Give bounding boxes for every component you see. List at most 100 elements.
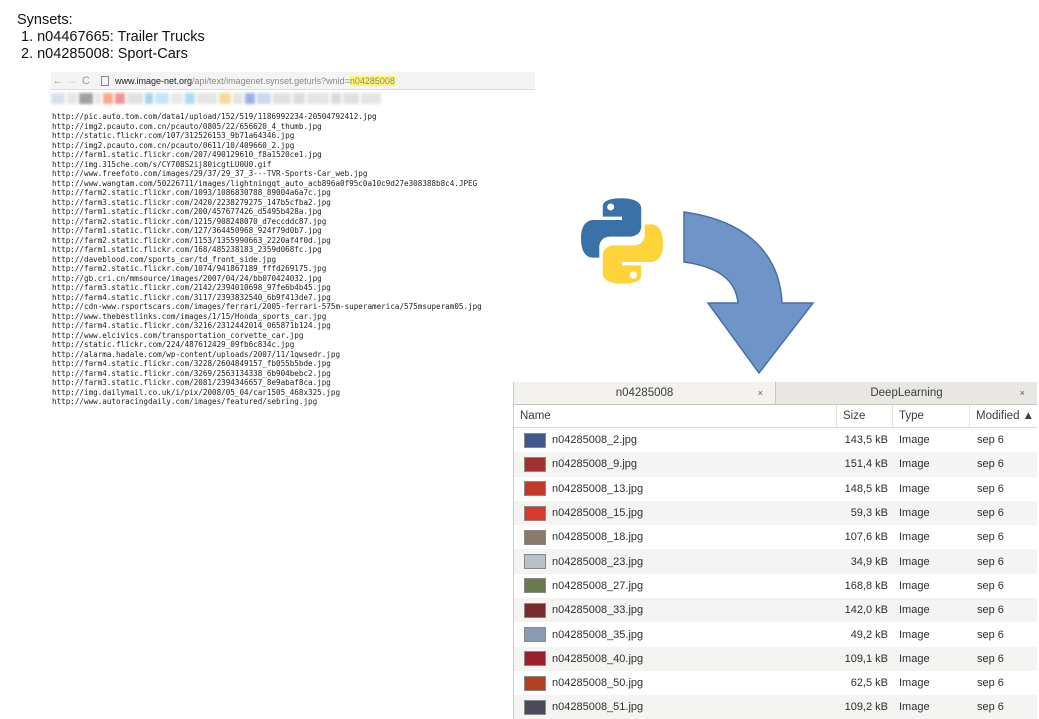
url-line: http://daveblood.com/sports_car/td_front… — [52, 254, 277, 264]
bookmark-item[interactable] — [115, 92, 125, 104]
tab-label: DeepLearning — [870, 387, 943, 399]
close-icon[interactable]: × — [758, 388, 763, 398]
file-type: Image — [899, 482, 930, 495]
file-size: 148,5 kB — [844, 482, 888, 495]
address-bar[interactable]: ← → C www.image-net.org/api/text/imagene… — [51, 72, 535, 90]
url-path: /api/text/imagenet.synset.geturls?wnid= — [192, 75, 350, 86]
bookmark-item[interactable] — [245, 92, 255, 104]
bookmark-item[interactable] — [233, 92, 243, 104]
bookmark-item[interactable] — [95, 92, 101, 104]
url-list: http://pic.auto.tom.com/data1/upload/152… — [52, 112, 482, 407]
file-name: n04285008_23.jpg — [552, 555, 644, 568]
file-name: n04285008_15.jpg — [552, 507, 644, 520]
file-type: Image — [899, 579, 930, 592]
bookmark-item[interactable] — [273, 92, 291, 104]
file-row[interactable]: n04285008_40.jpg 109,1 kB Image sep 6 — [514, 646, 1037, 671]
image-thumbnail-icon — [524, 481, 546, 497]
synsets-heading: Synsets: 1. n04467665: Trailer Trucks 2.… — [17, 12, 205, 63]
file-name-cell: n04285008_40.jpg — [514, 651, 836, 667]
file-size: 109,2 kB — [844, 701, 888, 714]
url-line: http://farm4.static.flickr.com/3269/2563… — [52, 368, 331, 378]
url-line: http://farm2.static.flickr.com/1093/1086… — [52, 188, 331, 197]
file-row[interactable]: n04285008_13.jpg 148,5 kB Image sep 6 — [514, 476, 1037, 501]
bookmark-item[interactable] — [197, 92, 217, 104]
column-header: Name Size Type Modified ▲ — [514, 405, 1037, 428]
file-name-cell: n04285008_2.jpg — [514, 432, 836, 448]
file-name: n04285008_9.jpg — [552, 458, 638, 471]
forward-icon[interactable]: → — [65, 75, 79, 87]
close-icon[interactable]: × — [1020, 388, 1025, 398]
url-line: http://static.flickr.com/107/312526153_9… — [52, 131, 295, 140]
file-row[interactable]: n04285008_2.jpg 143,5 kB Image sep 6 — [514, 428, 1037, 453]
bookmark-item[interactable] — [361, 92, 381, 104]
synsets-title: Synsets: — [17, 12, 73, 28]
file-row[interactable]: n04285008_9.jpg 151,4 kB Image sep 6 — [514, 452, 1037, 477]
column-size[interactable]: Size — [836, 405, 892, 427]
reload-icon[interactable]: C — [79, 75, 93, 87]
bookmark-item[interactable] — [219, 92, 231, 104]
file-row[interactable]: n04285008_27.jpg 168,8 kB Image sep 6 — [514, 573, 1037, 599]
file-type: Image — [899, 507, 930, 520]
url-line: http://farm3.static.flickr.com/2081/2394… — [52, 378, 331, 387]
bookmark-item[interactable] — [103, 92, 113, 104]
back-icon[interactable]: ← — [51, 75, 65, 87]
tab-deeplearning[interactable]: DeepLearning × — [776, 382, 1037, 404]
bookmark-item[interactable] — [293, 92, 305, 104]
tab-n04285008[interactable]: n04285008 × — [514, 382, 776, 404]
file-modified: sep 6 — [977, 579, 1004, 592]
file-name: n04285008_13.jpg — [552, 482, 644, 495]
url-line: http://farm4.static.flickr.com/3228/2604… — [52, 359, 331, 368]
file-modified: sep 6 — [977, 507, 1004, 520]
url-line: http://farm1.static.flickr.com/127/36445… — [52, 226, 322, 235]
file-modified: sep 6 — [977, 555, 1004, 568]
bookmark-item[interactable] — [257, 92, 271, 104]
file-row[interactable]: n04285008_51.jpg 109,2 kB Image sep 6 — [514, 695, 1037, 719]
url-line: http://www.autoracingdaily.com/images/fe… — [52, 397, 318, 406]
file-modified: sep 6 — [977, 628, 1004, 641]
file-row[interactable]: n04285008_33.jpg 142,0 kB Image sep 6 — [514, 598, 1037, 623]
bookmark-item[interactable] — [127, 92, 143, 104]
curved-arrow-shape — [683, 211, 815, 375]
file-row[interactable]: n04285008_35.jpg 49,2 kB Image sep 6 — [514, 622, 1037, 647]
file-row[interactable]: n04285008_23.jpg 34,9 kB Image sep 6 — [514, 549, 1037, 574]
file-name-cell: n04285008_18.jpg — [514, 529, 836, 545]
tab-label: n04285008 — [615, 387, 674, 399]
image-thumbnail-icon — [524, 456, 546, 472]
bookmark-item[interactable] — [145, 92, 153, 104]
file-list: n04285008_2.jpg 143,5 kB Image sep 6 n042850… — [514, 428, 1037, 719]
bookmark-item[interactable] — [67, 92, 77, 104]
column-name[interactable]: Name — [514, 410, 836, 422]
url-line: http://gb.cri.cn/mmsource/images/2007/04… — [52, 273, 322, 283]
file-row[interactable]: n04285008_50.jpg 62,5 kB Image sep 6 — [514, 670, 1037, 696]
file-type: Image — [899, 701, 930, 714]
file-name: n04285008_27.jpg — [552, 579, 644, 592]
image-thumbnail-icon — [524, 627, 546, 643]
bookmark-item[interactable] — [185, 92, 195, 104]
url-host: www.image-net.org — [115, 75, 193, 86]
image-thumbnail-icon — [524, 675, 546, 691]
url-line: http://farm1.static.flickr.com/200/45767… — [52, 207, 322, 216]
file-size: 62,5 kB — [850, 677, 888, 690]
bookmark-item[interactable] — [331, 92, 341, 104]
bookmark-item[interactable] — [171, 92, 183, 104]
column-modified[interactable]: Modified ▲ — [969, 405, 1037, 427]
file-modified: sep 6 — [977, 458, 1004, 471]
url-line: http://farm2.static.flickr.com/1074/9418… — [52, 264, 327, 273]
file-type: Image — [899, 652, 930, 665]
bookmark-item[interactable] — [155, 92, 169, 104]
file-row[interactable]: n04285008_18.jpg 107,6 kB Image sep 6 — [514, 525, 1037, 550]
url-line: http://farm3.static.flickr.com/2420/2238… — [52, 197, 331, 207]
bookmark-item[interactable] — [79, 92, 93, 104]
url-line: http://farm3.static.flickr.com/2142/2394… — [52, 283, 331, 292]
url-line: http://img.315che.com/s/CY708S2ij80icgtL… — [52, 159, 272, 169]
file-size: 107,6 kB — [844, 531, 888, 544]
url-line: http://img2.pcauto.com.cn/pcauto/0611/10… — [52, 140, 295, 150]
file-name-cell: n04285008_13.jpg — [514, 481, 836, 497]
bookmark-item[interactable] — [307, 92, 329, 104]
file-type: Image — [899, 604, 930, 617]
file-size: 151,4 kB — [844, 458, 888, 471]
bookmark-item[interactable] — [51, 92, 65, 104]
column-type[interactable]: Type — [892, 405, 969, 427]
file-row[interactable]: n04285008_15.jpg 59,3 kB Image sep 6 — [514, 500, 1037, 526]
bookmark-item[interactable] — [343, 92, 359, 104]
